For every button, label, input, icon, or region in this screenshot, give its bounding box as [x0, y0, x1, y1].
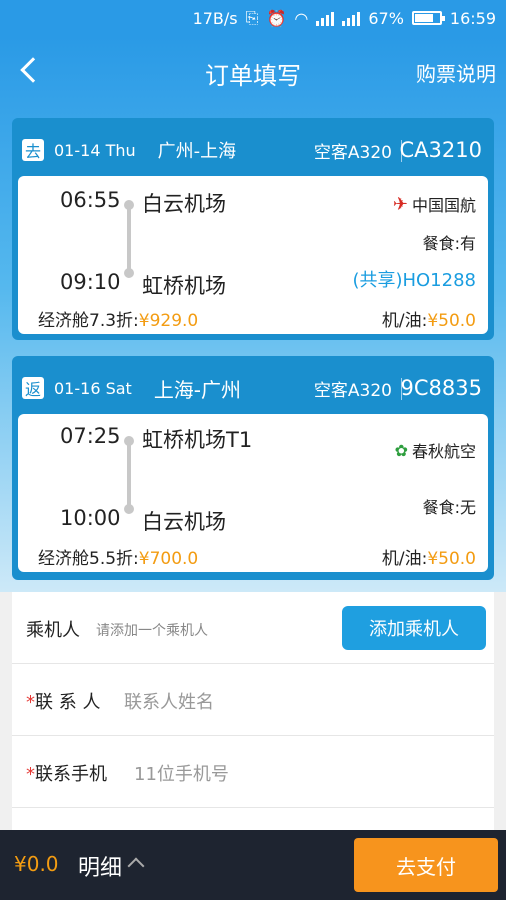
- tax-price: 机/油:¥50.0: [382, 544, 476, 569]
- tax-price-value: ¥50.0: [427, 549, 476, 569]
- cabin-price-value: ¥929.0: [138, 311, 199, 331]
- timeline-line: [127, 440, 131, 510]
- outbound-badge: 去: [22, 139, 44, 161]
- tax-price-value: ¥50.0: [427, 311, 476, 331]
- phone-row[interactable]: *联系手机 11位手机号: [12, 736, 494, 808]
- cabin-price-value: ¥700.0: [138, 549, 199, 569]
- battery-icon: [411, 11, 445, 25]
- arrival-time: 10:00: [60, 506, 121, 530]
- cabin-price: 经济舱5.5折:¥700.0: [38, 544, 198, 569]
- alarm-icon: ⏰: [266, 8, 287, 28]
- wifi-icon: ◠: [294, 8, 309, 28]
- flight-detail: 06:55 白云机场 09:10 虹桥机场 ✈ 中国国航 餐食:有 (共享)HO…: [18, 176, 488, 334]
- tax-label: 机/油:: [381, 311, 428, 331]
- contact-row[interactable]: *联 系 人 联系人姓名: [12, 664, 494, 736]
- vibrate-icon: ⎘: [245, 8, 259, 27]
- contact-name-input[interactable]: 联系人姓名: [124, 688, 214, 714]
- order-form: 乘机人 请添加一个乘机人 添加乘机人 *联 系 人 联系人姓名 *联系手机 11…: [12, 592, 494, 830]
- pay-button[interactable]: 去支付: [354, 838, 498, 892]
- status-bar: 17B/s ⎘ ⏰ ◠ 67% 16:59: [0, 0, 506, 36]
- airline: ✈ 中国国航: [393, 192, 476, 216]
- spring-airlines-logo-icon: ✿: [394, 440, 408, 460]
- bottom-bar: ¥0.0 明细 去支付: [0, 830, 506, 900]
- contact-label: *联 系 人: [26, 688, 100, 714]
- arrival-airport: 白云机场: [142, 510, 226, 534]
- departure-airport: 虹桥机场T1: [142, 428, 253, 452]
- ticket-help-link[interactable]: 购票说明: [416, 58, 496, 87]
- flight-route: 上海-广州: [153, 377, 242, 402]
- flight-date: 01-16 Sat: [54, 378, 132, 398]
- airline-name: 春秋航空: [411, 442, 476, 461]
- return-badge: 返: [22, 377, 44, 399]
- flight-route: 广州-上海: [157, 141, 237, 162]
- network-speed: 17B/s: [192, 8, 238, 28]
- tax-price: 机/油:¥50.0: [382, 306, 476, 331]
- contact-label-text: 联 系 人: [35, 692, 101, 713]
- passenger-hint: 请添加一个乘机人: [96, 623, 208, 639]
- price-detail-toggle[interactable]: 明细: [78, 850, 122, 882]
- return-flight-card[interactable]: 返 01-16 Sat 上海-广州 空客A320 9C8835 07:25 虹桥…: [12, 356, 494, 580]
- arrival-airport: 虹桥机场: [142, 274, 226, 298]
- phone-label-text: 联系手机: [35, 764, 107, 785]
- flight-date: 01-14 Thu: [54, 140, 136, 160]
- add-passenger-button[interactable]: 添加乘机人: [342, 606, 486, 650]
- aircraft-type: 空客A320: [313, 380, 392, 401]
- outbound-flight-card[interactable]: 去 01-14 Thu 广州-上海 空客A320 CA3210 06:55 白云…: [12, 118, 494, 340]
- chevron-up-icon[interactable]: [127, 857, 145, 875]
- required-mark: *: [26, 764, 35, 785]
- phone-label: *联系手机: [26, 760, 107, 786]
- departure-airport: 白云机场: [142, 192, 226, 216]
- battery-percent: 67%: [368, 8, 404, 28]
- timeline-dot: [124, 504, 134, 514]
- required-mark: *: [26, 692, 35, 713]
- arrival-time: 09:10: [60, 270, 121, 294]
- air-china-logo-icon: ✈: [392, 193, 408, 215]
- total-price: ¥0.0: [14, 852, 59, 876]
- codeshare-info: (共享)HO1288: [352, 270, 476, 291]
- flight-detail: 07:25 虹桥机场T1 10:00 白云机场 ✿ 春秋航空 餐食:无 经济舱5…: [18, 414, 488, 572]
- aircraft-type: 空客A320: [313, 142, 392, 163]
- timeline-line: [127, 204, 131, 274]
- flight-header: 返 01-16 Sat 上海-广州 空客A320 9C8835: [18, 362, 488, 414]
- meal-info: 餐食:有: [422, 234, 476, 253]
- tax-label: 机/油:: [381, 549, 428, 569]
- clock: 16:59: [449, 8, 496, 28]
- departure-time: 07:25: [60, 424, 121, 448]
- passenger-label: 乘机人: [26, 620, 80, 641]
- signal-4g-icon: [316, 10, 335, 26]
- cabin-price: 经济舱7.3折:¥929.0: [38, 306, 198, 331]
- cabin-label: 经济舱5.5折:: [38, 549, 139, 569]
- airline-name: 中国国航: [411, 196, 476, 215]
- phone-input[interactable]: 11位手机号: [134, 760, 229, 786]
- passenger-row: 乘机人 请添加一个乘机人 添加乘机人: [12, 592, 494, 664]
- nav-bar: 订单填写 购票说明: [0, 36, 506, 104]
- signal-2g-icon: [342, 10, 361, 26]
- flight-header: 去 01-14 Thu 广州-上海 空客A320 CA3210: [18, 124, 488, 176]
- timeline-dot: [124, 268, 134, 278]
- flight-number: CA3210: [399, 138, 482, 162]
- cabin-label: 经济舱7.3折:: [38, 311, 139, 331]
- meal-info: 餐食:无: [422, 498, 476, 517]
- airline: ✿ 春秋航空: [395, 438, 476, 462]
- flight-number: 9C8835: [400, 376, 482, 400]
- departure-time: 06:55: [60, 188, 121, 212]
